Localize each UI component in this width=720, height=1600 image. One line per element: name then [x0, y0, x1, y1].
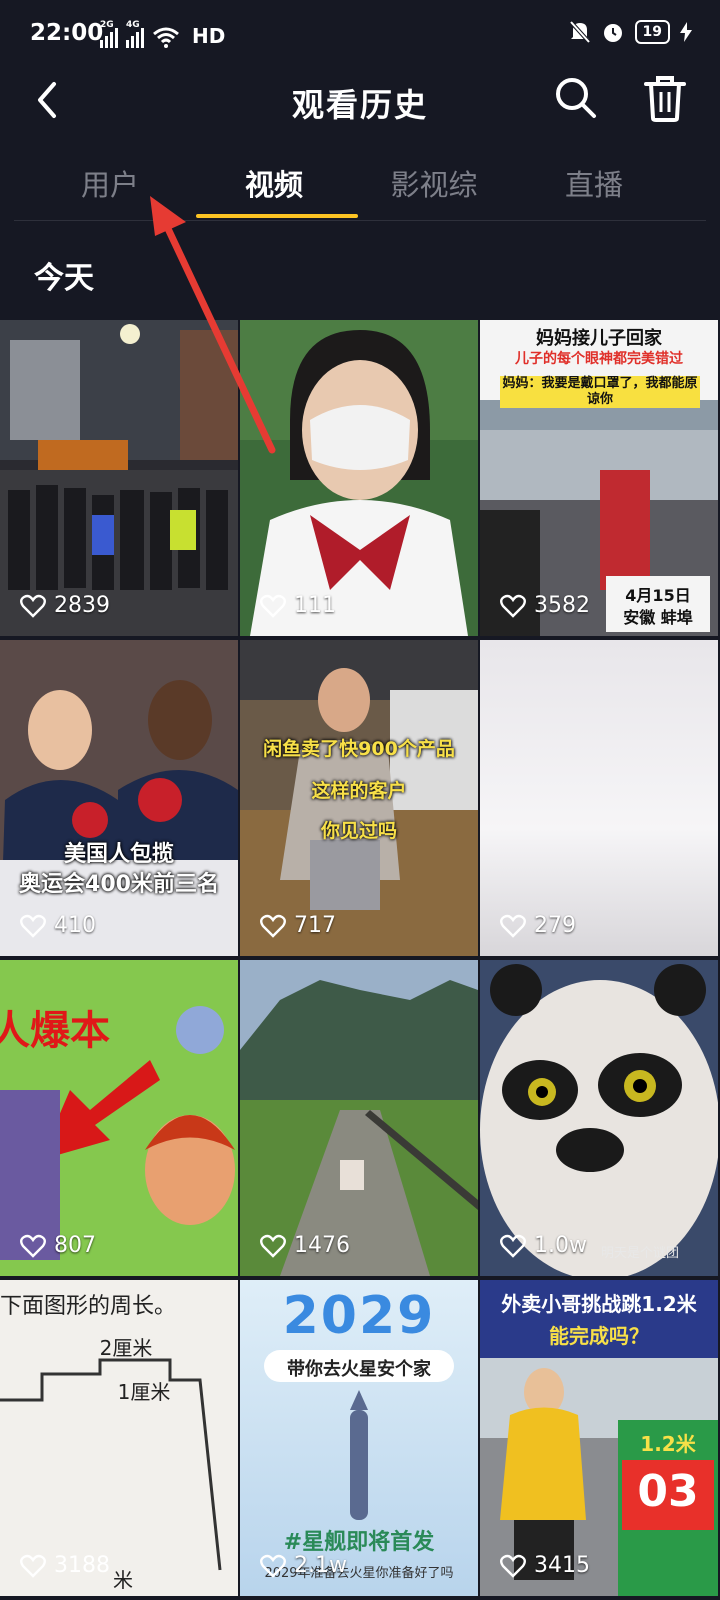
mountain-path-photo: [240, 960, 478, 1276]
heart-icon: [500, 914, 526, 938]
heart-icon: [500, 1234, 526, 1258]
video-grid: 2839 111 妈妈接儿子回家 儿子的每个眼神都完美错过 妈妈：我要是戴口罩了…: [0, 320, 720, 1600]
like-count: 3188: [20, 1553, 110, 1578]
video-thumbnail[interactable]: 明天是个谜团 1.0w: [480, 960, 718, 1276]
number-sign-text: 03: [637, 1466, 699, 1517]
like-count: 410: [20, 913, 96, 938]
math-worksheet-photo: [0, 1280, 238, 1596]
video-caption-line3: 你见过吗: [320, 820, 397, 842]
hd-indicator: HD: [192, 24, 226, 48]
tab-videos[interactable]: 视频: [194, 162, 354, 204]
like-count: 717: [260, 913, 336, 938]
like-count: 2.1w: [260, 1553, 347, 1578]
tab-film-tv-variety[interactable]: 影视综: [354, 162, 514, 204]
like-count: 1.0w: [500, 1233, 587, 1258]
active-tab-indicator: [196, 214, 358, 218]
heart-icon: [20, 594, 46, 618]
basketball-team-photo: [0, 320, 238, 636]
heart-icon: [260, 594, 286, 618]
network-icons: 2G 4G HD: [100, 20, 226, 48]
video-thumbnail[interactable]: 闲鱼卖了快900个产品 这样的客户 你见过吗 717: [240, 640, 478, 956]
page-title: 观看历史: [291, 86, 428, 124]
video-thumbnail[interactable]: 2029 带你去火星安个家 #星舰即将首发 2029年准备去火星你准备好了吗 2…: [240, 1280, 478, 1596]
heart-icon: [260, 1234, 286, 1258]
video-caption-line1: 美国人包揽: [63, 842, 174, 867]
like-count: 279: [500, 913, 576, 938]
video-thumbnail[interactable]: 下面图形的周长。 2厘米 1厘米 米 3188: [0, 1280, 238, 1596]
video-thumbnail[interactable]: 妈妈接儿子回家 儿子的每个眼神都完美错过 妈妈：我要是戴口罩了，我都能原谅你 4…: [480, 320, 718, 636]
heart-icon: [260, 1554, 286, 1578]
promo-year-text: 2029: [282, 1286, 436, 1346]
search-icon[interactable]: [552, 74, 600, 122]
video-caption-subtitle: 儿子的每个眼神都完美错过: [515, 351, 683, 367]
tab-users[interactable]: 用户: [30, 162, 190, 204]
like-count: 807: [20, 1233, 96, 1258]
video-caption-line1: 闲鱼卖了快900个产品: [263, 738, 455, 760]
heart-icon: [500, 1554, 526, 1578]
video-caption-place: 安徽 蚌埠: [623, 608, 693, 627]
video-caption-line1: 外卖小哥挑战跳1.2米: [501, 1292, 697, 1316]
video-thumbnail[interactable]: 美国人包揽 奥运会400米前三名 410: [0, 640, 238, 956]
like-count: 2839: [20, 593, 110, 618]
olympic-athletes-photo: [0, 640, 238, 956]
video-caption-line2: 奥运会400米前三名: [19, 872, 219, 897]
wifi-icon: [153, 27, 179, 48]
like-count: 3582: [500, 593, 590, 618]
panda-character-image: [480, 960, 718, 1276]
height-sign-text: 1.2米: [640, 1432, 696, 1456]
header: 观看历史: [0, 72, 720, 128]
video-caption-subtitle: 明天是个谜团: [600, 1246, 679, 1261]
heart-icon: [260, 914, 286, 938]
signal-4g-icon: 4G: [126, 20, 144, 48]
tab-live[interactable]: 直播: [514, 162, 674, 204]
video-thumbnail[interactable]: 111: [240, 320, 478, 636]
video-thumbnail[interactable]: 1476: [240, 960, 478, 1276]
status-time: 22:00: [30, 20, 104, 46]
video-caption-quote: 妈妈：我要是戴口罩了，我都能原谅你: [502, 376, 698, 407]
worksheet-label-1cm: 1厘米: [117, 1380, 171, 1404]
worksheet-label-2cm: 2厘米: [99, 1336, 153, 1360]
mute-bell-icon: [569, 20, 591, 44]
tab-bar: 用户 视频 影视综 直播: [14, 150, 706, 221]
worksheet-label-m: 米: [113, 1568, 133, 1592]
heart-icon: [20, 914, 46, 938]
status-bar: 22:00 2G 4G HD 19: [0, 0, 720, 72]
like-count: 1476: [260, 1233, 350, 1258]
video-caption-line2: 能完成吗？: [549, 1324, 649, 1348]
section-title-today: 今天: [34, 261, 94, 296]
video-caption-date: 4月15日: [625, 586, 691, 605]
video-thumbnail[interactable]: 279: [480, 640, 718, 956]
alarm-icon: [603, 24, 622, 42]
video-caption-line1: 人爆本: [0, 1008, 110, 1054]
video-caption-line2: 这样的客户: [311, 780, 407, 802]
masked-person-photo: [240, 320, 478, 636]
signal-2g-icon: 2G: [100, 20, 118, 48]
video-thumbnail[interactable]: 2839: [0, 320, 238, 636]
promo-subtitle-text: 带你去火星安个家: [287, 1359, 431, 1380]
charging-icon: [680, 22, 692, 42]
video-thumbnail[interactable]: 外卖小哥挑战跳1.2米 能完成吗？ 1.2米 03 3415: [480, 1280, 718, 1596]
blank-white-thumbnail: [480, 640, 718, 956]
heart-icon: [20, 1554, 46, 1578]
trash-icon[interactable]: [642, 74, 688, 124]
video-caption-title: 妈妈接儿子回家: [536, 328, 662, 349]
video-thumbnail[interactable]: 人爆本 807: [0, 960, 238, 1276]
battery-indicator: 19: [634, 20, 670, 44]
promo-hashtag-text: #星舰即将首发: [283, 1530, 435, 1555]
heart-icon: [500, 594, 526, 618]
like-count: 111: [260, 593, 336, 618]
heart-icon: [20, 1234, 46, 1258]
worksheet-question-text: 下面图形的周长。: [0, 1294, 177, 1319]
like-count: 3415: [500, 1553, 590, 1578]
